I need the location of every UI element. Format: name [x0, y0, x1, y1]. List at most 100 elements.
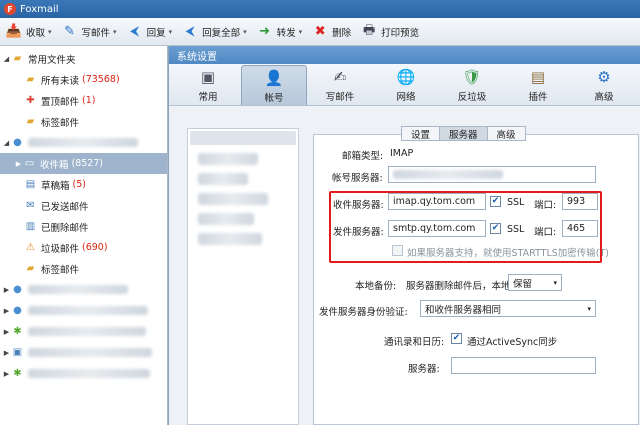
receive-button[interactable]: 📥 收取 ▾ [6, 21, 52, 43]
account-group[interactable]: ◢ ● [0, 132, 167, 153]
settings-tabs: ▣ 常用 👤 帐号 ✍ 写邮件 🌐 网络 🛡 反垃圾 ▤ 插件 ⚙ 高级 [169, 64, 640, 106]
chevron-down-icon[interactable]: ▾ [169, 28, 173, 36]
app-title: Foxmail [20, 3, 59, 15]
account-list-selected[interactable] [190, 131, 296, 145]
backup-select-value: 保留 [513, 278, 533, 290]
account-group[interactable]: ▶ ● [0, 279, 167, 300]
tab-general[interactable]: ▣ 常用 [175, 65, 241, 105]
subtab-server[interactable]: 服务器 [439, 126, 488, 141]
folder-label: 已删除邮件 [41, 222, 89, 234]
delete-button[interactable]: ✖ 删除 [312, 21, 351, 43]
account-icon: ● [13, 305, 22, 316]
activesync-checkbox[interactable]: ✔ [451, 333, 462, 344]
reply-button[interactable]: ⮜ 回复 ▾ [127, 21, 173, 43]
tab-advanced[interactable]: ⚙ 高级 [571, 65, 637, 105]
common-folder-group[interactable]: ◢ ▰ 常用文件夹 [0, 48, 167, 69]
folder-tagged[interactable]: ▰ 标签邮件 [0, 111, 167, 132]
unread-count: (1) [82, 95, 96, 106]
account-group[interactable]: ▶ ▣ [0, 342, 167, 363]
folder-spam[interactable]: ⚠ 垃圾邮件 (690) [0, 237, 167, 258]
subtab-settings[interactable]: 设置 [401, 126, 441, 141]
compose-icon: ✍ [333, 68, 347, 86]
inbox-folder-icon: ▭ [24, 158, 35, 169]
tab-label: 插件 [528, 92, 548, 103]
general-icon: ▣ [200, 68, 216, 86]
dialog-title: 系统设置 [169, 46, 640, 64]
folder-label: 标签邮件 [41, 117, 80, 129]
reply-all-button[interactable]: ⮜ 回复全部 ▾ [182, 21, 247, 43]
compose-button[interactable]: ✎ 写邮件 ▾ [62, 21, 117, 43]
blurred-account-entry[interactable] [198, 213, 254, 225]
forward-button[interactable]: ➜ 转发 ▾ [257, 21, 303, 43]
chevron-down-icon[interactable]: ▾ [113, 28, 117, 36]
folder-deleted[interactable]: ▥ 已删除邮件 [0, 216, 167, 237]
backup-text: 服务器删除邮件后，本地 [406, 281, 511, 292]
folder-drafts[interactable]: ▤ 草稿箱 (5) [0, 174, 167, 195]
draft-icon: ▤ [25, 179, 36, 190]
tab-compose[interactable]: ✍ 写邮件 [307, 65, 373, 105]
expand-icon[interactable]: ◢ [2, 55, 11, 63]
auth-select[interactable]: 和收件服务器相同 ▾ [420, 300, 596, 317]
tab-label: 帐号 [264, 92, 284, 104]
gear-icon: ⚙ [597, 68, 611, 86]
expand-icon[interactable]: ▶ [2, 307, 11, 315]
inbox-icon: 📥 [5, 24, 23, 39]
blurred-account-entry[interactable] [198, 193, 268, 205]
exchange-account-icon: ✱ [13, 326, 22, 337]
blurred-account-entry[interactable] [198, 173, 248, 185]
print-preview-button[interactable]: 🖶 打印预览 [361, 21, 419, 43]
account-group[interactable]: ▶ ✱ [0, 321, 167, 342]
blurred-account-name [28, 138, 138, 147]
expand-icon[interactable]: ▶ [2, 286, 11, 294]
server-input[interactable] [451, 357, 596, 374]
expand-icon[interactable]: ▶ [14, 160, 23, 168]
spam-icon: ⚠ [26, 242, 35, 253]
highlight-box [329, 191, 602, 263]
mailbox-type-value: IMAP [390, 148, 414, 159]
account-group[interactable]: ▶ ● [0, 300, 167, 321]
tab-network[interactable]: 🌐 网络 [373, 65, 439, 105]
reply-all-icon: ⮜ [185, 24, 195, 39]
backup-label: 本地备份: [355, 281, 397, 292]
blurred-account-entry[interactable] [198, 153, 258, 165]
auth-label: 发件服务器身份验证: [319, 307, 408, 318]
account-server-input[interactable] [388, 166, 596, 183]
tab-account[interactable]: 👤 帐号 [241, 65, 307, 105]
folder-sent[interactable]: ✉ 已发送邮件 [0, 195, 167, 216]
expand-icon[interactable]: ▶ [2, 328, 11, 336]
account-icon: ● [13, 137, 22, 148]
tab-plugins[interactable]: ▤ 插件 [505, 65, 571, 105]
subtab-advanced[interactable]: 高级 [486, 126, 526, 141]
delete-button-label: 删除 [332, 27, 352, 39]
expand-icon[interactable]: ◢ [2, 139, 11, 147]
exchange-account-icon: ✱ [13, 368, 22, 379]
folder-tagged-account[interactable]: ▰ 标签邮件 [0, 258, 167, 279]
chevron-down-icon[interactable]: ▾ [48, 28, 52, 36]
compose-button-label: 写邮件 [81, 27, 111, 39]
tab-label: 写邮件 [325, 92, 355, 103]
auth-select-value: 和收件服务器相同 [425, 304, 502, 316]
globe-icon: 🌐 [396, 68, 416, 86]
blurred-account-entry[interactable] [198, 233, 262, 245]
chevron-down-icon: ▾ [587, 304, 591, 313]
blurred-account-name [28, 306, 148, 315]
foxmail-logo-icon: F [4, 3, 16, 15]
chevron-down-icon[interactable]: ▾ [243, 28, 247, 36]
unread-count: (73568) [82, 74, 120, 85]
account-list[interactable] [187, 128, 299, 425]
tab-label: 网络 [396, 92, 416, 103]
account-group[interactable]: ▶ ✱ [0, 363, 167, 384]
folder-label: 草稿箱 [41, 180, 70, 192]
folder-pinned[interactable]: ✚ 置顶邮件 (1) [0, 90, 167, 111]
reply-all-button-label: 回复全部 [202, 27, 241, 39]
trash-icon: ▥ [25, 221, 36, 232]
chevron-down-icon[interactable]: ▾ [299, 28, 303, 36]
folder-inbox[interactable]: ▶ ▭ 收件箱 (8527) [0, 153, 167, 174]
expand-icon[interactable]: ▶ [2, 370, 11, 378]
folder-all-unread[interactable]: ▰ 所有未读 (73568) [0, 69, 167, 90]
account-subtabs: 设置 服务器 高级 [401, 126, 526, 141]
expand-icon[interactable]: ▶ [2, 349, 11, 357]
backup-select[interactable]: 保留 ▾ [508, 274, 562, 291]
folder-icon: ▰ [26, 116, 35, 127]
tab-antispam[interactable]: 🛡 反垃圾 [439, 65, 505, 105]
